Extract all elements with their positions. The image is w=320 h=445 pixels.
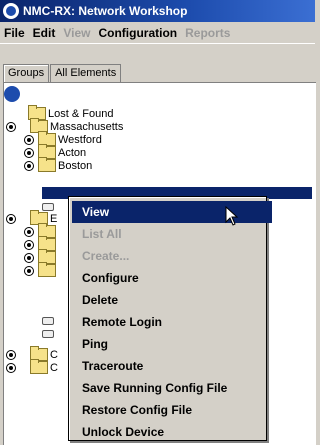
context-menu: View List All Create... Configure Delete… [68,196,272,441]
expand-handle-icon[interactable] [6,362,16,373]
tree-item-device[interactable] [42,327,58,340]
menu-edit[interactable]: Edit [33,26,56,40]
tree-item-lost-found[interactable]: Lost & Found [28,105,113,120]
expand-handle-icon[interactable] [24,147,34,158]
tree-item-device[interactable] [42,314,58,327]
menu-item-remote-login[interactable]: Remote Login [69,311,277,333]
menu-item-traceroute[interactable]: Traceroute [69,355,277,377]
tab-all-elements[interactable]: All Elements [50,64,122,82]
tree-item-massachusetts[interactable]: Massachusetts [6,118,123,133]
tree-item-boston[interactable]: Boston [24,157,92,172]
window-title: NMC-RX: Network Workshop [23,4,188,18]
device-icon [42,329,54,338]
expand-handle-icon[interactable] [24,226,34,237]
menu-item-save-running-config[interactable]: Save Running Config File [69,377,277,399]
menu-item-view[interactable]: View [72,201,272,223]
menu-item-restore-config[interactable]: Restore Config File [69,399,277,421]
expand-handle-icon[interactable] [24,160,34,171]
tab-groups[interactable]: Groups [3,64,50,82]
menu-view[interactable]: View [63,26,90,40]
tree-item-c[interactable]: C [6,359,58,374]
device-icon [42,316,54,325]
folder-icon [38,262,56,277]
expand-handle-icon[interactable] [6,213,16,224]
menu-configuration[interactable]: Configuration [98,26,177,40]
expand-handle-icon[interactable] [24,134,34,145]
mouse-pointer-icon [225,206,239,226]
tree-item-e[interactable]: E [6,210,57,225]
expand-handle-icon[interactable] [24,239,34,250]
expand-handle-icon[interactable] [24,252,34,263]
menu-bar: File Edit View Configuration Reports [0,22,315,44]
tree-root[interactable] [4,85,20,102]
network-icon [4,85,20,102]
folder-icon [38,157,56,172]
tree-item-acton[interactable]: Acton [24,144,86,159]
menu-item-configure[interactable]: Configure [69,267,277,289]
menu-item-list-all[interactable]: List All [69,223,277,245]
tab-strip: Groups All Elements [3,64,122,82]
menu-item-delete[interactable]: Delete [69,289,277,311]
folder-icon [30,359,48,374]
menu-item-ping[interactable]: Ping [69,333,277,355]
menu-item-unlock-device[interactable]: Unlock Device [69,421,277,443]
app-logo-icon [3,3,19,19]
expand-handle-icon[interactable] [24,265,34,276]
menu-item-create[interactable]: Create... [69,245,277,267]
expand-handle-icon[interactable] [6,121,16,132]
expand-handle-icon[interactable] [6,349,16,360]
window-title-bar: NMC-RX: Network Workshop [0,0,315,22]
device-icon [42,202,54,211]
menu-reports[interactable]: Reports [185,26,230,40]
tree-item-subgroup[interactable] [24,262,58,277]
menu-file[interactable]: File [4,26,25,40]
tree-item-westford[interactable]: Westford [24,131,102,146]
